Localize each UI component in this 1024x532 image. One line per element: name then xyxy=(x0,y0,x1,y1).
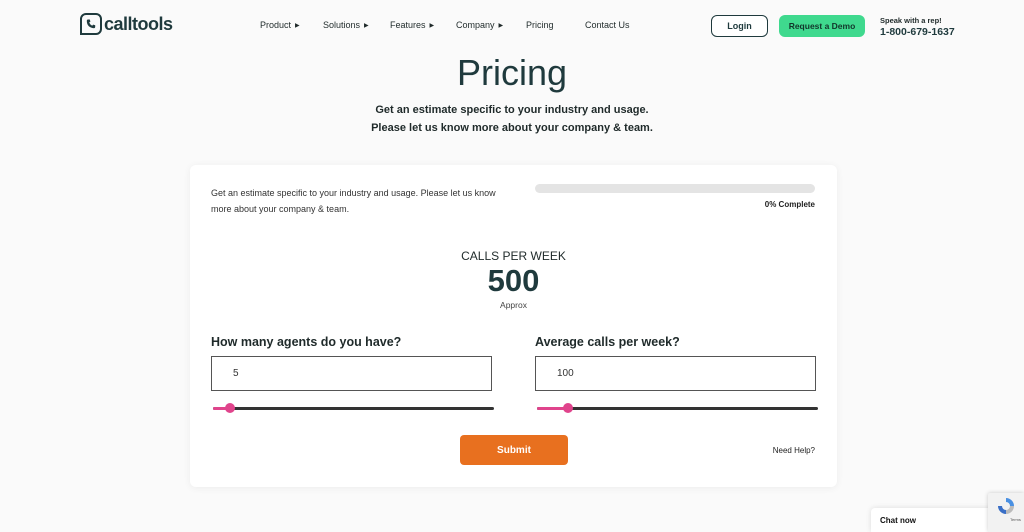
agents-field-label: How many agents do you have? xyxy=(211,335,402,349)
nav-item-label: Company xyxy=(456,20,495,30)
slider-track xyxy=(537,406,818,410)
calls-per-week-value: 500 xyxy=(487,263,540,298)
agents-input[interactable]: 5 xyxy=(211,356,492,391)
avg-calls-input[interactable]: 100 xyxy=(535,356,816,391)
slider-handle[interactable] xyxy=(224,403,235,413)
pricing-form-card: Get an estimate specific to your industr… xyxy=(190,165,837,487)
avg-calls-field-label: Average calls per week? xyxy=(535,335,680,349)
nav-item-pricing[interactable]: Pricing xyxy=(526,20,585,30)
form-intro: Get an estimate specific to your industr… xyxy=(211,188,496,214)
agents-slider[interactable] xyxy=(213,403,494,413)
nav-item-label: Features xyxy=(390,20,426,30)
avg-calls-slider[interactable] xyxy=(537,403,818,413)
rep-contact: Speak with a rep! 1-800-679-1637 xyxy=(880,16,955,38)
progress-bar xyxy=(535,184,815,193)
caret-right-icon: ▶ xyxy=(364,22,369,29)
calls-per-week-label: CALLS PER WEEK xyxy=(461,249,566,263)
calltools-logo[interactable]: calltools xyxy=(80,13,173,35)
nav-item-label: Product xyxy=(260,20,292,30)
nav-item-product[interactable]: Product ▶ xyxy=(260,20,323,30)
caret-right-icon: ▶ xyxy=(429,22,435,29)
page-title: Pricing xyxy=(456,52,568,93)
site-header: calltools Product ▶ Solutions ▶ Features… xyxy=(0,0,1024,52)
slider-track xyxy=(213,406,494,410)
nav-item-label: Pricing xyxy=(526,20,554,30)
nav-item-contact[interactable]: Contact Us xyxy=(585,20,645,30)
main-nav: Product ▶ Solutions ▶ Features ▶ Company… xyxy=(260,20,645,30)
request-demo-button[interactable]: Request a Demo xyxy=(779,15,865,37)
nav-item-company[interactable]: Company ▶ xyxy=(456,20,526,30)
phone-icon xyxy=(80,13,102,35)
caret-right-icon: ▶ xyxy=(295,22,300,29)
recaptcha-badge[interactable]: Terms xyxy=(988,493,1024,532)
hero-subtitle-line1: Get an estimate specific to your industr… xyxy=(375,104,649,116)
recaptcha-terms-link[interactable]: Terms xyxy=(1010,517,1021,522)
nav-item-solutions[interactable]: Solutions ▶ xyxy=(323,20,390,30)
need-help-link[interactable]: Need Help? xyxy=(760,446,815,455)
slider-handle[interactable] xyxy=(562,403,573,413)
calls-approx-note: Approx xyxy=(500,300,527,310)
caret-right-icon: ▶ xyxy=(498,22,504,29)
submit-button[interactable]: Submit xyxy=(460,435,568,465)
hero-subtitle-line2: Please let us know more about your compa… xyxy=(371,122,653,134)
rep-phone-link[interactable]: 1-800-679-1637 xyxy=(880,26,955,38)
chat-label: Chat now xyxy=(880,515,916,525)
nav-item-features[interactable]: Features ▶ xyxy=(390,20,456,30)
login-button[interactable]: Login xyxy=(711,15,768,37)
nav-item-label: Solutions xyxy=(323,20,361,30)
nav-item-label: Contact Us xyxy=(585,20,630,30)
rep-label: Speak with a rep! xyxy=(880,16,942,25)
progress-label: 0% Complete xyxy=(764,200,815,209)
recaptcha-icon xyxy=(998,498,1014,514)
brand-name: calltools xyxy=(104,13,173,34)
